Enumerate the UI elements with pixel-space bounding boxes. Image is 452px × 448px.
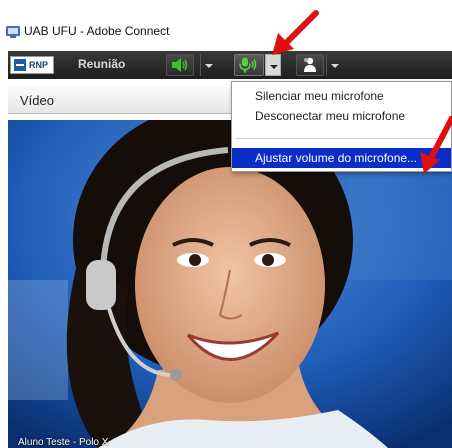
rnp-logo-mark bbox=[14, 59, 26, 71]
menu-item-desconectar[interactable]: Desconectar meu microfone bbox=[232, 106, 451, 126]
menu-reuniao[interactable]: Reunião bbox=[78, 57, 125, 71]
menu-separator bbox=[236, 138, 447, 139]
speaker-dropdown-button[interactable] bbox=[200, 54, 216, 76]
webcam-button[interactable] bbox=[296, 54, 324, 76]
speaker-button[interactable] bbox=[166, 54, 194, 76]
video-caption: Aluno Teste - Polo X bbox=[18, 437, 109, 448]
adobe-connect-icon bbox=[6, 26, 20, 38]
rnp-logo: RNP bbox=[10, 56, 54, 74]
meeting-toolbar: RNP Reunião bbox=[8, 51, 452, 79]
screen: UAB UFU - Adobe Connect RNP Reunião Víde… bbox=[0, 0, 452, 448]
webcam-icon bbox=[304, 57, 316, 72]
rnp-logo-text: RNP bbox=[29, 60, 49, 70]
video-pod-title: Vídeo bbox=[20, 93, 54, 108]
microphone-dropdown-button[interactable] bbox=[265, 54, 281, 76]
speaker-icon bbox=[172, 58, 188, 72]
microphone-icon bbox=[239, 57, 257, 73]
window-title: UAB UFU - Adobe Connect bbox=[24, 24, 170, 38]
microphone-menu: Silenciar meu microfone Desconectar meu … bbox=[231, 81, 452, 172]
microphone-button[interactable] bbox=[234, 54, 264, 76]
menu-item-silenciar[interactable]: Silenciar meu microfone bbox=[232, 86, 451, 106]
menu-item-ajustar-volume[interactable]: Ajustar volume do microfone... bbox=[232, 148, 451, 168]
webcam-dropdown-button[interactable] bbox=[326, 54, 342, 76]
title-bar: UAB UFU - Adobe Connect bbox=[0, 22, 452, 41]
